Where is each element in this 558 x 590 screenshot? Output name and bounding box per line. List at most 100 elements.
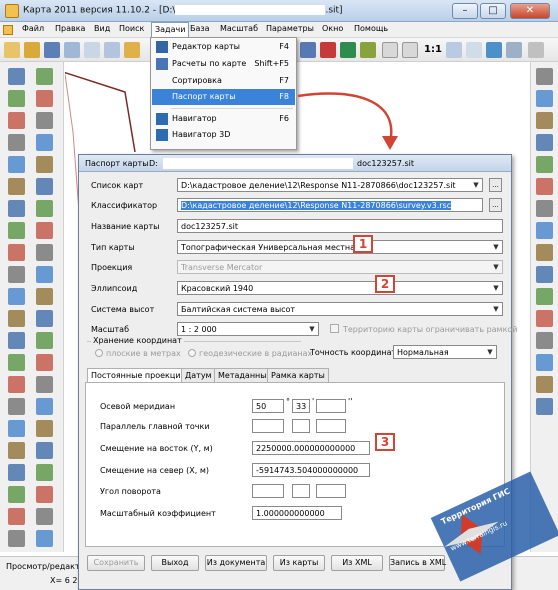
- tool-button[interactable]: [36, 464, 53, 481]
- menu-item-navigator-3d[interactable]: Навигатор 3D: [152, 127, 295, 143]
- tool-button[interactable]: [8, 68, 25, 85]
- meridian-min-field[interactable]: 33: [292, 399, 310, 413]
- map-name-field[interactable]: doc123257.sit: [177, 219, 503, 233]
- doc-menu-icon[interactable]: [3, 25, 13, 35]
- grid-icon[interactable]: [506, 42, 522, 58]
- stop-icon[interactable]: [320, 42, 336, 58]
- tool-button[interactable]: [536, 376, 553, 393]
- tool-button[interactable]: [536, 266, 553, 283]
- menu-item-map-passport[interactable]: Паспорт карты F8: [152, 89, 295, 105]
- menu-search[interactable]: Поиск: [119, 24, 144, 33]
- tool-button[interactable]: [8, 244, 25, 261]
- projection-select[interactable]: Transverse Mercator ▼: [177, 260, 503, 274]
- tool-button[interactable]: [536, 68, 553, 85]
- tool-button[interactable]: [8, 134, 25, 151]
- save-icon[interactable]: [44, 42, 60, 58]
- tool-button[interactable]: [536, 354, 553, 371]
- tool-button[interactable]: [536, 310, 553, 327]
- restrict-frame-checkbox[interactable]: [330, 324, 339, 333]
- menu-params[interactable]: Параметры: [266, 24, 314, 33]
- tab-map-frame[interactable]: Рамка карты: [267, 368, 329, 382]
- tool-button[interactable]: [36, 112, 53, 129]
- tool-button[interactable]: [536, 178, 553, 195]
- tool-button[interactable]: [8, 508, 25, 525]
- map-list-browse-button[interactable]: ...: [489, 178, 502, 192]
- from-map-button[interactable]: Из карты: [273, 555, 325, 571]
- false-easting-field[interactable]: 2250000.000000000000: [252, 441, 370, 455]
- tool-button[interactable]: [536, 90, 553, 107]
- storage-geodetic-radio[interactable]: [188, 349, 196, 357]
- fit-icon[interactable]: [466, 42, 482, 58]
- tool-button[interactable]: [36, 134, 53, 151]
- menu-window[interactable]: Окно: [322, 24, 343, 33]
- tool-button[interactable]: [8, 156, 25, 173]
- tool-button[interactable]: [8, 376, 25, 393]
- tool-button[interactable]: [8, 178, 25, 195]
- meridian-deg-field[interactable]: 50: [252, 399, 284, 413]
- tool-button[interactable]: [8, 332, 25, 349]
- menu-file[interactable]: Файл: [22, 24, 44, 33]
- tool-button[interactable]: [36, 288, 53, 305]
- menu-scale[interactable]: Масштаб: [220, 24, 258, 33]
- menu-view[interactable]: Вид: [94, 24, 110, 33]
- refresh-icon[interactable]: [340, 42, 356, 58]
- tool-button[interactable]: [536, 112, 553, 129]
- classifier-field[interactable]: D:\кадастровое деление\12\Response N11-2…: [177, 198, 483, 212]
- tool-button[interactable]: [36, 486, 53, 503]
- tool-button[interactable]: [536, 134, 553, 151]
- false-northing-field[interactable]: -5914743.504000000000: [252, 463, 370, 477]
- copy-icon[interactable]: [104, 42, 120, 58]
- meridian-sec-field[interactable]: [316, 399, 346, 413]
- tool-button[interactable]: [8, 200, 25, 217]
- tool-button[interactable]: [536, 200, 553, 217]
- tool-button[interactable]: [536, 288, 553, 305]
- menu-item-map-calculations[interactable]: Расчеты по карте Shift+F5: [152, 56, 295, 72]
- zoom-out-icon[interactable]: [402, 42, 418, 58]
- tool-button[interactable]: [36, 398, 53, 415]
- map-type-select[interactable]: Топографическая Универсальная местная ▼: [177, 240, 503, 254]
- tool-button[interactable]: [36, 376, 53, 393]
- tool-button[interactable]: [536, 222, 553, 239]
- tool-button[interactable]: [36, 442, 53, 459]
- precision-select[interactable]: Нормальная ▼: [393, 345, 497, 359]
- tool-button[interactable]: [36, 90, 53, 107]
- tool-button[interactable]: [536, 398, 553, 415]
- tool-button[interactable]: [36, 530, 53, 547]
- maximize-button[interactable]: □: [480, 3, 506, 19]
- preview-icon[interactable]: [84, 42, 100, 58]
- classifier-browse-button[interactable]: ...: [489, 198, 502, 212]
- close-button[interactable]: ✕: [510, 3, 550, 19]
- tool-button[interactable]: [36, 266, 53, 283]
- tool-button[interactable]: [8, 354, 25, 371]
- tool-button[interactable]: [8, 442, 25, 459]
- tool-button[interactable]: [8, 420, 25, 437]
- height-system-select[interactable]: Балтийская система высот ▼: [177, 302, 503, 316]
- zoom-in-icon[interactable]: [382, 42, 398, 58]
- scale-select[interactable]: 1 : 2 000 ▼: [177, 322, 319, 336]
- tool-button[interactable]: [36, 244, 53, 261]
- pan-icon[interactable]: [486, 42, 502, 58]
- storage-flat-radio[interactable]: [95, 349, 103, 357]
- menu-base[interactable]: База: [190, 24, 210, 33]
- tool-button[interactable]: [8, 266, 25, 283]
- tool-button[interactable]: [8, 464, 25, 481]
- tool-button[interactable]: [8, 90, 25, 107]
- open-icon[interactable]: [24, 42, 40, 58]
- new-icon[interactable]: [4, 42, 20, 58]
- save-button[interactable]: Сохранить: [87, 555, 145, 571]
- tool-button[interactable]: [36, 178, 53, 195]
- menu-item-navigator[interactable]: Навигатор F6: [152, 111, 295, 127]
- tool-button[interactable]: [36, 68, 53, 85]
- tool-button[interactable]: [36, 200, 53, 217]
- menu-help[interactable]: Помощь: [354, 24, 388, 33]
- tool-button[interactable]: [8, 530, 25, 547]
- tool-button[interactable]: [36, 420, 53, 437]
- from-document-button[interactable]: Из документа: [205, 555, 267, 571]
- more-icon[interactable]: [528, 42, 544, 58]
- parallel-sec-field[interactable]: [316, 419, 346, 433]
- tool-button[interactable]: [36, 222, 53, 239]
- tool-button[interactable]: [8, 222, 25, 239]
- rotation-min-field[interactable]: [292, 484, 310, 498]
- tool-button[interactable]: [36, 354, 53, 371]
- tool-button[interactable]: [8, 112, 25, 129]
